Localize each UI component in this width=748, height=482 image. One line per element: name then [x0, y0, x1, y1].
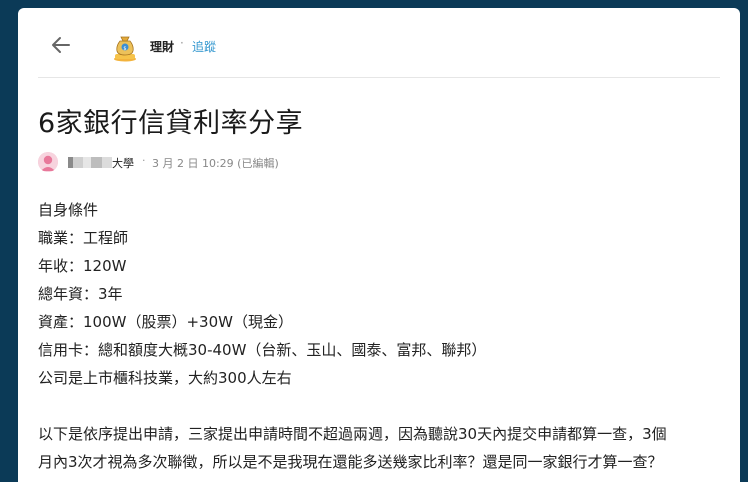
post-title: 6家銀行信貸利率分享 [38, 108, 304, 139]
header-separator: · [180, 36, 184, 50]
post-card: $ 理財 · 追蹤 6家銀行信貸利率分享 大學 · 3 月 2 日 10:29 … [18, 8, 740, 482]
body-line: 自身條件 [38, 201, 99, 219]
money-bag-icon[interactable]: $ [112, 32, 138, 62]
body-line: 職業：工程師 [38, 229, 129, 247]
svg-text:$: $ [123, 46, 126, 52]
post-body: 自身條件 職業：工程師 年收：120W 總年資：3年 資產：100W（股票）+3… [38, 196, 728, 476]
post-meta: 大學 · 3 月 2 日 10:29 (已編輯) [38, 150, 438, 174]
back-button[interactable] [46, 30, 76, 60]
body-line: 信用卡：總和額度大概30-40W（台新、玉山、國泰、富邦、聯邦） [38, 341, 487, 359]
body-line: 月內3次才視為多次聯徵，所以是不是我現在還能多送幾家比利率？還是同一家銀行才算一… [38, 453, 663, 471]
user-avatar-icon[interactable] [38, 152, 58, 172]
meta-separator: · [142, 154, 146, 167]
body-line: 資產：100W（股票）+30W（現金） [38, 313, 293, 331]
body-line: 以下是依序提出申請，三家提出申請時間不超過兩週，因為聽說30天內提交申請都算一查… [38, 425, 667, 443]
arrow-left-icon [52, 37, 70, 53]
author-school: 大學 [112, 157, 134, 170]
board-name-link[interactable]: 理財 [150, 38, 174, 55]
body-line: 公司是上市櫃科技業，大約300人左右 [38, 369, 292, 387]
author-name-redacted[interactable] [68, 157, 112, 168]
post-timestamp: 3 月 2 日 10:29 (已編輯) [152, 157, 279, 170]
post-header-bar: $ 理財 · 追蹤 [38, 8, 720, 78]
body-line: 年收：120W [38, 257, 127, 275]
body-line: 總年資：3年 [38, 285, 123, 303]
follow-button[interactable]: 追蹤 [192, 38, 216, 55]
